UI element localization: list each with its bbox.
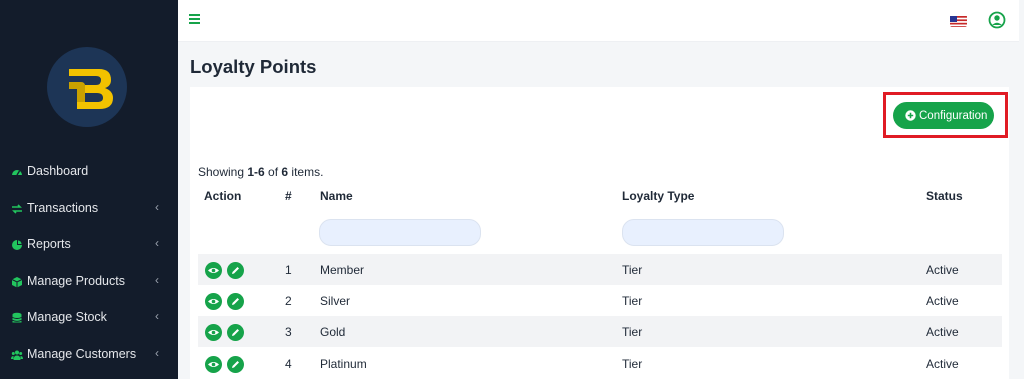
- eye-icon: [208, 299, 219, 304]
- pencil-icon: [232, 267, 239, 274]
- sidebar-item-reports[interactable]: Reports ‹: [0, 231, 178, 259]
- row-loyalty-type: Tier: [622, 357, 643, 371]
- us-flag-icon[interactable]: [950, 15, 967, 27]
- sidebar-item-manage-stock[interactable]: Manage Stock ‹: [0, 304, 178, 332]
- box-icon: [11, 277, 23, 288]
- edit-button[interactable]: [227, 324, 244, 341]
- row-loyalty-type: Tier: [622, 294, 643, 308]
- column-header-loyalty-type[interactable]: Loyalty Type: [622, 189, 694, 203]
- view-button[interactable]: [205, 262, 222, 279]
- chevron-left-icon: ‹: [155, 346, 159, 360]
- row-loyalty-type: Tier: [622, 263, 643, 277]
- sidebar: Dashboard Transactions ‹ Reports ‹ Manag…: [0, 0, 178, 379]
- brand-logo[interactable]: [47, 47, 127, 127]
- row-name: Silver: [320, 294, 351, 308]
- sidebar-item-dashboard[interactable]: Dashboard: [0, 158, 178, 186]
- sidebar-item-label: Reports: [27, 237, 71, 251]
- table-row: 3 Gold Tier Active: [198, 316, 1002, 347]
- sidebar-item-manage-customers[interactable]: Manage Customers ‹: [0, 341, 178, 369]
- edit-button[interactable]: [227, 356, 244, 373]
- column-header-number[interactable]: #: [285, 189, 292, 203]
- row-status: Active: [926, 294, 959, 308]
- eye-icon: [208, 362, 219, 367]
- configuration-button[interactable]: Configuration: [893, 102, 994, 129]
- sidebar-item-label: Manage Stock: [27, 310, 107, 324]
- table-row: 2 Silver Tier Active: [198, 285, 1002, 316]
- pencil-icon: [232, 329, 239, 336]
- row-number: 4: [285, 357, 292, 371]
- view-button[interactable]: [205, 356, 222, 373]
- row-name: Platinum: [320, 357, 367, 371]
- exchange-icon: [12, 204, 22, 214]
- loyalty-type-filter-input[interactable]: [622, 219, 784, 246]
- column-header-action: Action: [204, 189, 242, 203]
- column-header-status[interactable]: Status: [926, 189, 963, 203]
- row-status: Active: [926, 357, 959, 371]
- row-name: Gold: [320, 325, 346, 339]
- view-button[interactable]: [205, 293, 222, 310]
- row-loyalty-type: Tier: [622, 325, 643, 339]
- page-title: Loyalty Points: [190, 56, 317, 77]
- chevron-left-icon: ‹: [155, 273, 159, 287]
- plus-circle-icon: [905, 110, 916, 121]
- sidebar-item-transactions[interactable]: Transactions ‹: [0, 195, 178, 223]
- sidebar-item-label: Manage Products: [27, 274, 125, 288]
- chevron-left-icon: ‹: [155, 309, 159, 323]
- user-account-icon[interactable]: [988, 11, 1006, 29]
- name-filter-input[interactable]: [319, 219, 481, 246]
- sidebar-item-label: Dashboard: [27, 164, 89, 178]
- view-button[interactable]: [205, 324, 222, 341]
- dashboard-icon: [12, 170, 22, 176]
- users-icon: [11, 350, 23, 360]
- chevron-left-icon: ‹: [155, 200, 159, 214]
- row-name: Member: [320, 263, 365, 277]
- column-header-name[interactable]: Name: [320, 189, 353, 203]
- sidebar-item-label: Manage Customers: [27, 347, 137, 361]
- sidebar-item-label: Transactions: [27, 201, 99, 215]
- chevron-left-icon: ‹: [155, 236, 159, 250]
- menu-toggle-icon[interactable]: [189, 14, 201, 26]
- row-status: Active: [926, 263, 959, 277]
- pie-chart-icon: [12, 240, 22, 250]
- database-icon: [12, 312, 22, 323]
- top-bar: [178, 0, 1019, 42]
- eye-icon: [208, 268, 219, 273]
- row-number: 2: [285, 294, 292, 308]
- row-number: 1: [285, 263, 292, 277]
- row-status: Active: [926, 325, 959, 339]
- table-row: 4 Platinum Tier Active: [198, 348, 1002, 379]
- edit-button[interactable]: [227, 293, 244, 310]
- table-row: 1 Member Tier Active: [198, 254, 1002, 285]
- configuration-button-label: Configuration: [919, 109, 988, 122]
- sidebar-item-manage-products[interactable]: Manage Products ‹: [0, 268, 178, 296]
- pagination-summary: Showing 1-6 of 6 items.: [198, 165, 324, 179]
- eye-icon: [208, 330, 219, 335]
- pencil-icon: [232, 361, 239, 368]
- row-number: 3: [285, 325, 292, 339]
- pencil-icon: [232, 298, 239, 305]
- edit-button[interactable]: [227, 262, 244, 279]
